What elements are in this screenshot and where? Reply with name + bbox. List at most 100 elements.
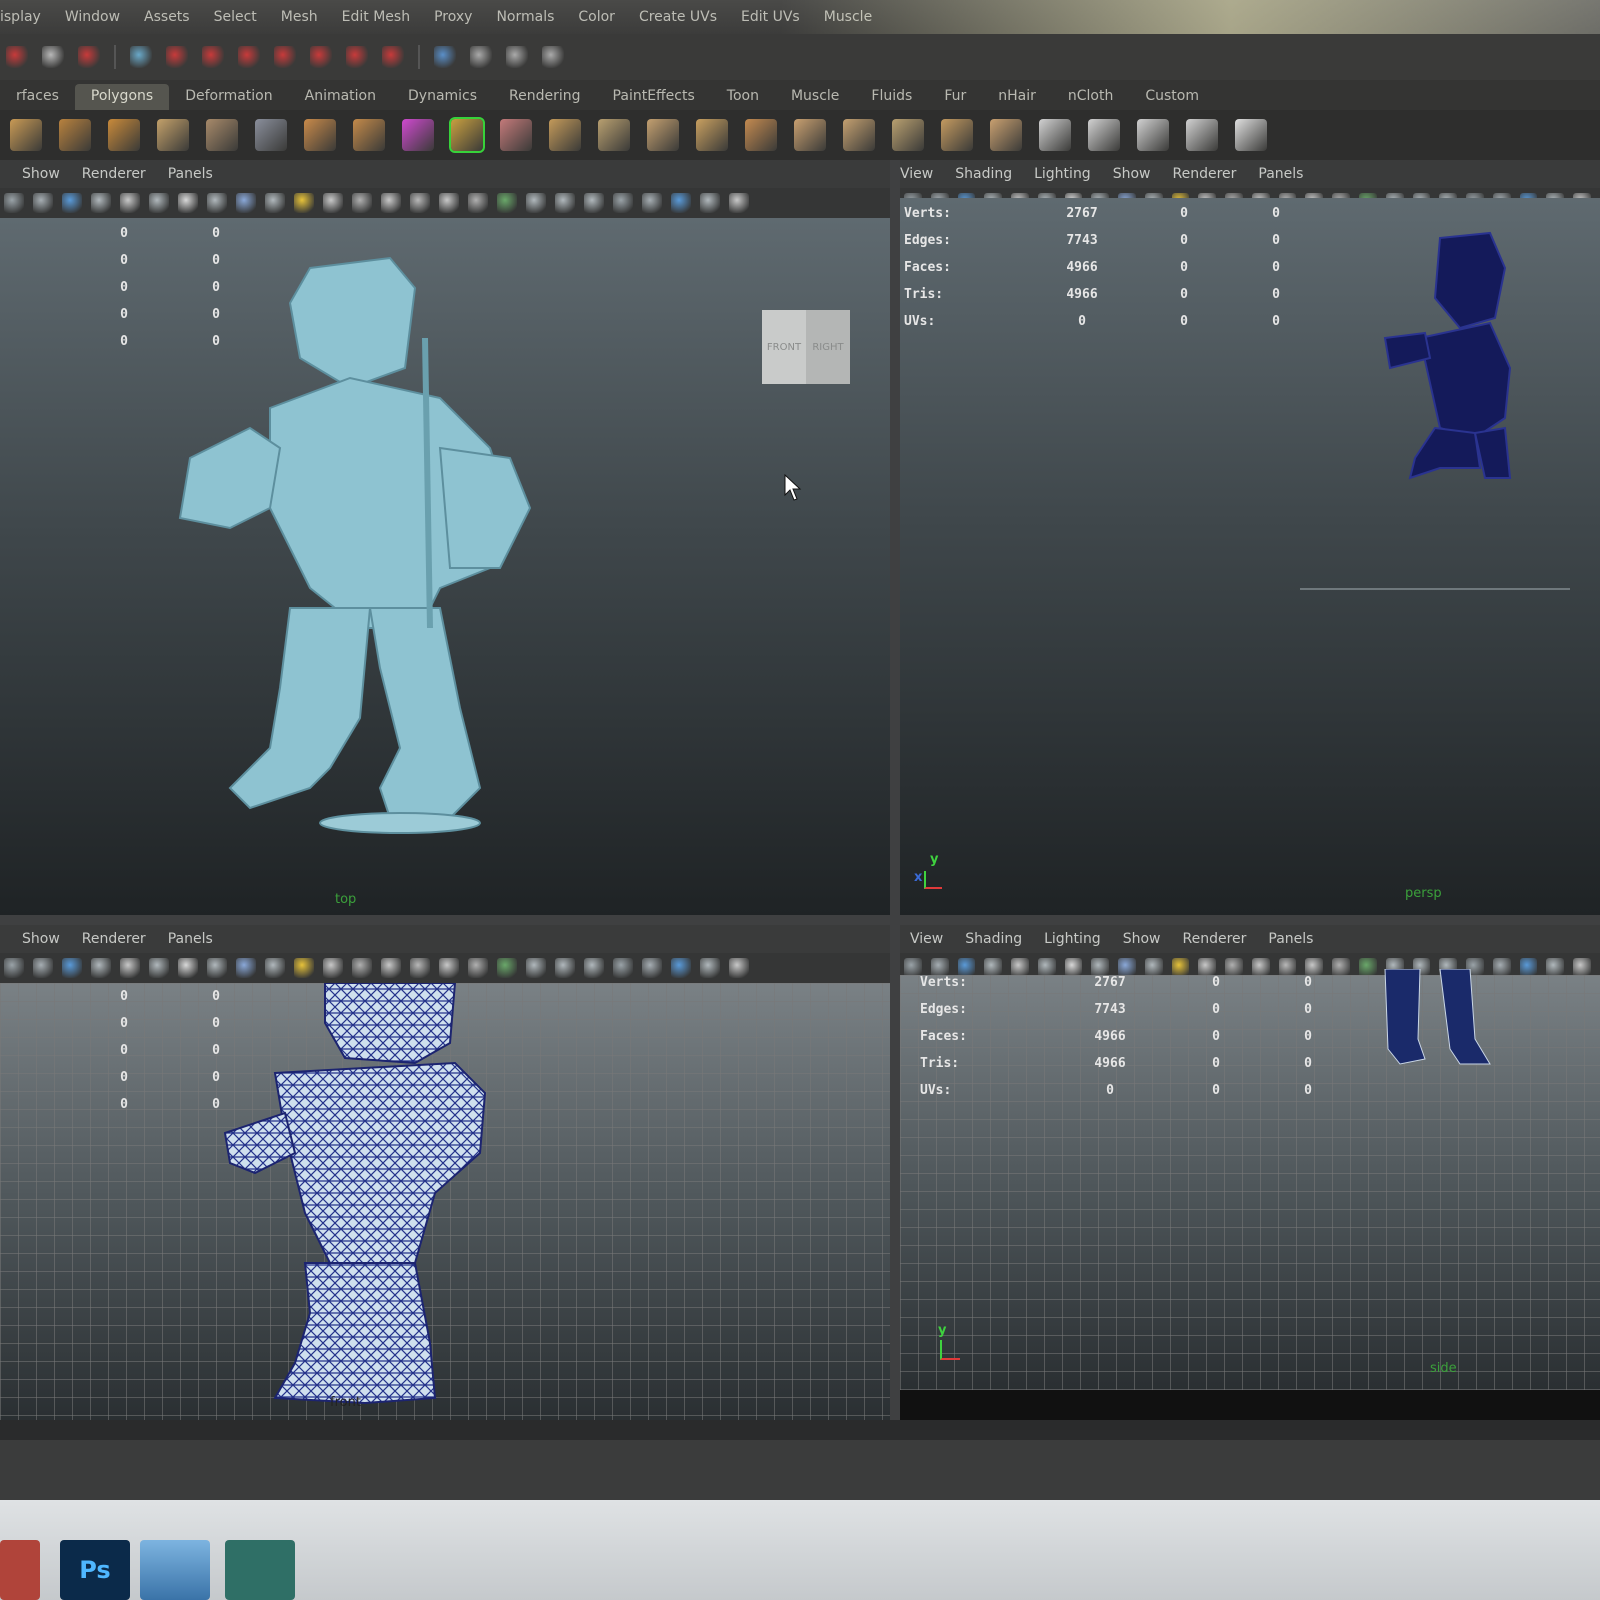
shelf-tool-icon[interactable] xyxy=(10,119,42,151)
shelf-tool-icon[interactable] xyxy=(696,119,728,151)
panel-tool-icon[interactable] xyxy=(642,193,662,213)
shelf-tab[interactable]: Toon xyxy=(711,84,775,110)
panel-menu-item[interactable]: View xyxy=(900,166,933,182)
shelf-tab[interactable]: Polygons xyxy=(74,84,170,110)
shelf-tab[interactable]: PaintEffects xyxy=(597,84,711,110)
panel-tool-icon[interactable] xyxy=(410,193,430,213)
shelf-tab[interactable]: rfaces xyxy=(0,84,75,110)
panel-tool-icon[interactable] xyxy=(700,193,720,213)
shelf-tool-icon[interactable] xyxy=(1235,119,1267,151)
status-tool-icon[interactable] xyxy=(346,46,368,68)
shelf-tool-icon[interactable] xyxy=(449,117,485,153)
shelf-tool-icon[interactable] xyxy=(255,119,287,151)
shelf-tool-icon[interactable] xyxy=(990,119,1022,151)
shelf-tool-icon[interactable] xyxy=(206,119,238,151)
panel-tool-icon[interactable] xyxy=(468,958,488,978)
shelf-tool-icon[interactable] xyxy=(157,119,189,151)
viewport-bottom-left[interactable]: Show Renderer Panels 0000000000 front xyxy=(0,925,890,1420)
panel-menu-item[interactable]: Panels xyxy=(168,166,213,182)
panel-tool-icon[interactable] xyxy=(91,193,111,213)
status-tool-icon[interactable] xyxy=(470,46,492,68)
panel-tool-icon[interactable] xyxy=(91,958,111,978)
panel-tool-icon[interactable] xyxy=(265,193,285,213)
panel-tool-icon[interactable] xyxy=(236,193,256,213)
taskbar-image-viewer-button[interactable] xyxy=(140,1540,210,1600)
shelf-tool-icon[interactable] xyxy=(1088,119,1120,151)
panel-tool-icon[interactable] xyxy=(149,193,169,213)
panel-tool-icon[interactable] xyxy=(381,958,401,978)
menu-item[interactable]: Create UVs xyxy=(639,9,717,25)
shelf-tool-icon[interactable] xyxy=(304,119,336,151)
panel-divider-vertical[interactable] xyxy=(890,160,900,1420)
panel-tool-icon[interactable] xyxy=(729,193,749,213)
status-tool-icon[interactable] xyxy=(202,46,224,68)
status-tool-icon[interactable] xyxy=(506,46,528,68)
panel-tool-icon[interactable] xyxy=(671,193,691,213)
panel-tool-icon[interactable] xyxy=(120,193,140,213)
panel-menu-item[interactable]: Show xyxy=(1113,166,1151,182)
panel-tool-icon[interactable] xyxy=(323,958,343,978)
panel-menu-item[interactable]: Show xyxy=(22,166,60,182)
menu-item[interactable]: Select xyxy=(214,9,257,25)
panel-tool-icon[interactable] xyxy=(584,193,604,213)
shelf-tool-icon[interactable] xyxy=(1039,119,1071,151)
panel-tool-icon[interactable] xyxy=(62,193,82,213)
shelf-tool-icon[interactable] xyxy=(500,119,532,151)
panel-menu-item[interactable]: Show xyxy=(1123,931,1161,947)
panel-tool-icon[interactable] xyxy=(149,958,169,978)
shelf-tool-icon[interactable] xyxy=(1137,119,1169,151)
menu-item[interactable]: Proxy xyxy=(434,9,472,25)
panel-tool-icon[interactable] xyxy=(207,958,227,978)
view-cube-right[interactable]: RIGHT xyxy=(806,310,850,384)
menu-item[interactable]: Edit UVs xyxy=(741,9,800,25)
shelf-tool-icon[interactable] xyxy=(892,119,924,151)
status-tool-icon[interactable] xyxy=(382,46,404,68)
panel-tool-icon[interactable] xyxy=(555,193,575,213)
menu-item[interactable]: Edit Mesh xyxy=(342,9,410,25)
panel-tool-icon[interactable] xyxy=(497,958,517,978)
panel-menu-item[interactable]: Shading xyxy=(965,931,1022,947)
panel-tool-icon[interactable] xyxy=(642,958,662,978)
status-tool-icon[interactable] xyxy=(310,46,332,68)
panel-tool-icon[interactable] xyxy=(178,958,198,978)
taskbar-photoshop-button[interactable]: Ps xyxy=(60,1540,130,1600)
panel-tool-icon[interactable] xyxy=(584,958,604,978)
panel-tool-icon[interactable] xyxy=(497,193,517,213)
character-model-shaded[interactable] xyxy=(170,248,570,848)
panel-tool-icon[interactable] xyxy=(729,958,749,978)
panel-tool-icon[interactable] xyxy=(62,958,82,978)
shelf-tab[interactable]: nCloth xyxy=(1052,84,1129,110)
panel-tool-icon[interactable] xyxy=(236,958,256,978)
character-model-legs-wireframe[interactable] xyxy=(1380,969,1510,1079)
viewport-canvas[interactable]: 0000000000 FRONT RIGHT top xyxy=(0,218,890,915)
shelf-tool-icon[interactable] xyxy=(794,119,826,151)
command-line[interactable] xyxy=(0,1440,1600,1500)
status-tool-icon[interactable] xyxy=(238,46,260,68)
character-model-wireframe[interactable] xyxy=(1380,228,1560,488)
panel-tool-icon[interactable] xyxy=(671,958,691,978)
panel-tool-icon[interactable] xyxy=(207,193,227,213)
shelf-tab[interactable]: Custom xyxy=(1129,84,1215,110)
panel-menu-item[interactable]: Renderer xyxy=(1172,166,1236,182)
taskbar-maya-button[interactable] xyxy=(225,1540,295,1600)
panel-tool-icon[interactable] xyxy=(613,193,633,213)
shelf-tab[interactable]: Rendering xyxy=(493,84,597,110)
panel-tool-icon[interactable] xyxy=(613,958,633,978)
panel-tool-icon[interactable] xyxy=(352,958,372,978)
panel-divider-horizontal[interactable] xyxy=(0,915,1600,925)
menu-item[interactable]: Assets xyxy=(144,9,190,25)
panel-tool-icon[interactable] xyxy=(4,958,24,978)
status-tool-icon[interactable] xyxy=(78,46,100,68)
panel-tool-icon[interactable] xyxy=(555,958,575,978)
panel-tool-icon[interactable] xyxy=(410,958,430,978)
shelf-tool-icon[interactable] xyxy=(647,119,679,151)
taskbar-app-icon[interactable] xyxy=(0,1540,40,1600)
viewport-canvas[interactable]: 0000000000 front xyxy=(0,983,890,1420)
shelf-tool-icon[interactable] xyxy=(59,119,91,151)
panel-tool-icon[interactable] xyxy=(33,958,53,978)
character-model-wire-on-shaded[interactable] xyxy=(215,983,515,1413)
shelf-tool-icon[interactable] xyxy=(353,119,385,151)
shelf-tool-icon[interactable] xyxy=(745,119,777,151)
status-tool-icon[interactable] xyxy=(542,46,564,68)
shelf-tool-icon[interactable] xyxy=(549,119,581,151)
